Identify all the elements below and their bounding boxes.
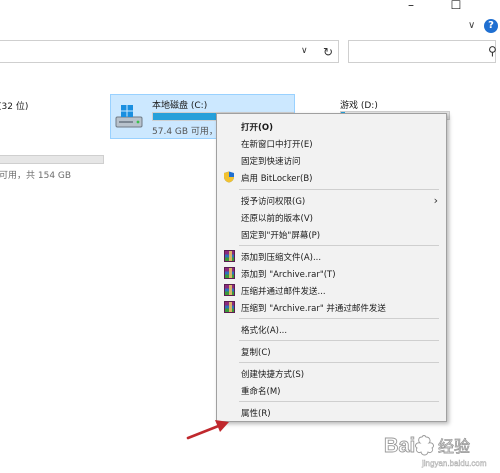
annotation-arrow-icon — [186, 420, 229, 440]
menu-item-add-to-archive[interactable]: 添加到压缩文件(A)... — [217, 248, 446, 266]
menu-item-properties[interactable]: 属性(R) — [217, 404, 446, 422]
menu-item-open-new-window[interactable]: 在新窗口中打开(E) — [217, 135, 446, 153]
partial-drive-name: (32 位) — [0, 102, 29, 112]
baidu-jingyan-logo-icon: Bai 经验 jingyan.baidu.com — [384, 435, 487, 469]
winrar-icon — [224, 267, 235, 279]
drive-c-name: 本地磁盘 (C:) — [152, 101, 208, 111]
minimize-button[interactable]: – — [399, 0, 423, 14]
menu-item-label: 添加到 "Archive.rar"(T) — [241, 270, 336, 280]
menu-item-add-to-archive-rar[interactable]: 添加到 "Archive.rar"(T) — [217, 265, 446, 283]
menu-item-label: 打开(O) — [241, 123, 273, 133]
menu-item-format[interactable]: 格式化(A)... — [217, 321, 446, 339]
menu-item-pin-quick-access[interactable]: 固定到快速访问 — [217, 152, 446, 170]
menu-separator — [239, 318, 439, 319]
menu-item-label: 重命名(M) — [241, 387, 281, 397]
refresh-icon[interactable]: ↻ — [319, 43, 337, 61]
context-menu: 打开(O) 在新窗口中打开(E) 固定到快速访问 启用 BitLocker(B)… — [216, 113, 447, 422]
search-icon: ⚲ — [488, 44, 497, 58]
winrar-icon — [224, 284, 235, 296]
submenu-chevron-icon: › — [433, 194, 438, 207]
menu-item-label: 压缩并通过邮件发送... — [241, 287, 326, 297]
windows-drive-icon — [115, 105, 143, 128]
search-input[interactable] — [348, 40, 496, 63]
baidu-watermark: Bai 经验 jingyan.baidu.com — [382, 428, 500, 473]
menu-item-compress-archive-email[interactable]: 压缩到 "Archive.rar" 并通过邮件发送 — [217, 299, 446, 317]
menu-separator — [239, 245, 439, 246]
menu-item-open[interactable]: 打开(O) — [217, 118, 446, 136]
address-bar[interactable]: ∨ ↻ — [0, 40, 339, 63]
menu-item-give-access[interactable]: 授予访问权限(G) › — [217, 192, 446, 210]
svg-text:Bai: Bai — [384, 435, 415, 457]
menu-item-label: 格式化(A)... — [241, 326, 288, 336]
menu-separator — [239, 362, 439, 363]
menu-item-label: 压缩到 "Archive.rar" 并通过邮件发送 — [241, 304, 386, 314]
svg-text:经验: 经验 — [438, 437, 470, 456]
menu-item-label: 授予访问权限(G) — [241, 197, 306, 207]
menu-separator — [239, 340, 439, 341]
winrar-icon — [224, 301, 235, 313]
menu-separator — [239, 401, 439, 402]
winrar-icon — [224, 250, 235, 262]
menu-item-label: 固定到"开始"屏幕(P) — [241, 231, 321, 241]
menu-item-rename[interactable]: 重命名(M) — [217, 382, 446, 400]
partial-drive-free-space: 可用，共 154 GB — [0, 171, 72, 181]
ribbon-expand-icon[interactable]: ∨ — [468, 20, 475, 31]
menu-item-copy[interactable]: 复制(C) — [217, 343, 446, 361]
menu-item-label: 创建快捷方式(S) — [241, 370, 305, 380]
menu-item-compress-email[interactable]: 压缩并通过邮件发送... — [217, 282, 446, 300]
menu-item-label: 还原以前的版本(V) — [241, 214, 313, 224]
help-icon[interactable]: ? — [484, 19, 498, 33]
shield-icon — [224, 171, 234, 183]
menu-item-restore-previous[interactable]: 还原以前的版本(V) — [217, 209, 446, 227]
svg-text:jingyan.baidu.com: jingyan.baidu.com — [421, 459, 487, 468]
menu-item-label: 属性(R) — [241, 409, 271, 419]
menu-separator — [239, 189, 439, 190]
menu-item-label: 在新窗口中打开(E) — [241, 140, 313, 150]
menu-item-label: 固定到快速访问 — [241, 157, 301, 167]
address-history-dropdown-icon[interactable]: ∨ — [301, 46, 308, 56]
menu-item-create-shortcut[interactable]: 创建快捷方式(S) — [217, 365, 446, 383]
drive-c-free-space: 57.4 GB 可用， — [152, 127, 218, 137]
menu-item-label: 启用 BitLocker(B) — [241, 174, 313, 184]
menu-item-bitlocker[interactable]: 启用 BitLocker(B) — [217, 169, 446, 187]
menu-item-label: 添加到压缩文件(A)... — [241, 253, 322, 263]
maximize-button[interactable]: ☐ — [444, 0, 468, 14]
partial-drive-usage-bar — [0, 155, 104, 164]
menu-item-pin-start[interactable]: 固定到"开始"屏幕(P) — [217, 226, 446, 244]
drive-d-name[interactable]: 游戏 (D:) — [340, 98, 378, 111]
menu-item-label: 复制(C) — [241, 348, 271, 358]
